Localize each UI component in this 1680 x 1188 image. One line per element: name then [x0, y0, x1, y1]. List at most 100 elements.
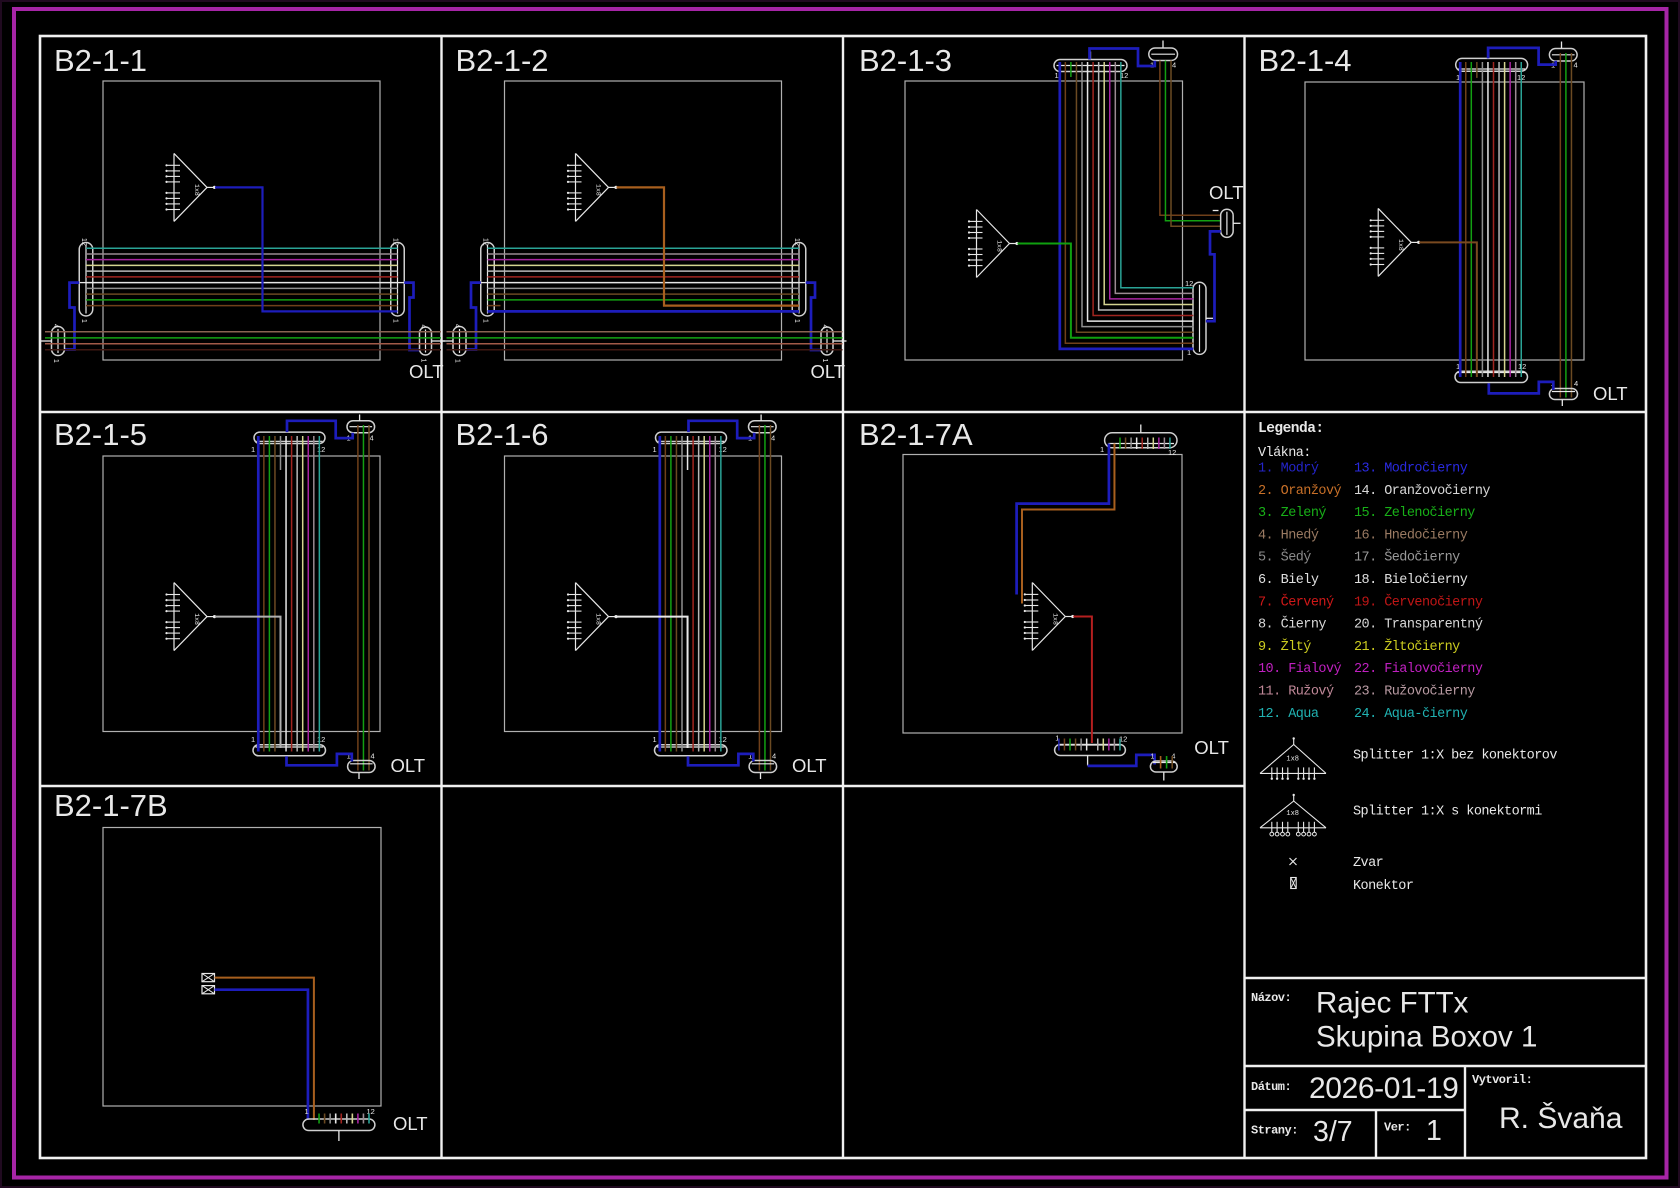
svg-text:7. Červený: 7. Červený [1258, 594, 1334, 610]
svg-text:3/7: 3/7 [1313, 1116, 1353, 1148]
svg-text:Rajec FTTx: Rajec FTTx [1316, 987, 1469, 1020]
svg-text:11. Ružový: 11. Ružový [1258, 685, 1334, 700]
svg-text:12: 12 [1518, 362, 1526, 371]
svg-text:5. Šedý: 5. Šedý [1258, 550, 1311, 566]
svg-text:OLT: OLT [1593, 383, 1628, 404]
svg-text:12: 12 [317, 735, 325, 744]
svg-text:4: 4 [52, 324, 59, 328]
svg-text:23. Ružovočierny: 23. Ružovočierny [1354, 685, 1475, 700]
svg-text:15. Zelenočierny: 15. Zelenočierny [1354, 506, 1475, 521]
svg-text:1: 1 [793, 319, 800, 323]
svg-text:20. Transparentný: 20. Transparentný [1354, 618, 1483, 633]
svg-text:Strany:: Strany: [1251, 1124, 1298, 1138]
svg-text:1x8: 1x8 [1051, 613, 1058, 625]
svg-text:12: 12 [392, 238, 399, 246]
svg-text:1: 1 [1426, 1115, 1442, 1147]
svg-text:B2-1-5: B2-1-5 [54, 417, 147, 452]
svg-text:4. Hnedý: 4. Hnedý [1258, 528, 1319, 543]
svg-text:24. Aqua-čierny: 24. Aqua-čierny [1354, 707, 1468, 722]
svg-text:22. Fialovočierny: 22. Fialovočierny [1354, 662, 1483, 677]
svg-text:4: 4 [1574, 61, 1578, 70]
svg-text:1: 1 [1100, 445, 1104, 454]
svg-text:4: 4 [1574, 379, 1578, 388]
svg-text:1: 1 [251, 735, 255, 744]
svg-text:4: 4 [1172, 61, 1176, 70]
svg-text:1: 1 [454, 359, 461, 363]
svg-text:B2-1-3: B2-1-3 [859, 43, 952, 78]
svg-text:1: 1 [1055, 71, 1059, 80]
svg-text:B2-1-6: B2-1-6 [456, 417, 549, 452]
svg-text:OLT: OLT [792, 755, 827, 776]
svg-text:1: 1 [482, 319, 489, 323]
svg-text:Ver:: Ver: [1384, 1121, 1411, 1135]
svg-text:B2-1-7A: B2-1-7A [859, 417, 973, 452]
svg-text:Vytvoril:: Vytvoril: [1472, 1073, 1532, 1087]
svg-text:12: 12 [367, 1107, 375, 1116]
svg-text:OLT: OLT [1194, 737, 1229, 758]
svg-text:1x8: 1x8 [193, 184, 200, 196]
svg-text:1x8: 1x8 [1397, 239, 1404, 251]
svg-text:2026-01-19: 2026-01-19 [1309, 1072, 1458, 1105]
svg-text:12. Aqua: 12. Aqua [1258, 707, 1319, 722]
svg-text:OLT: OLT [409, 361, 444, 382]
svg-text:Názov:: Názov: [1251, 991, 1291, 1005]
svg-text:Dátum:: Dátum: [1251, 1080, 1291, 1094]
svg-text:12: 12 [793, 238, 800, 246]
svg-text:4: 4 [772, 752, 776, 761]
svg-text:1: 1 [305, 1107, 309, 1116]
svg-text:1: 1 [52, 359, 59, 363]
svg-text:1: 1 [80, 319, 87, 323]
svg-text:8. Čierny: 8. Čierny [1258, 617, 1326, 633]
svg-text:1: 1 [392, 319, 399, 323]
svg-text:4: 4 [454, 324, 461, 328]
svg-text:1x8: 1x8 [193, 613, 200, 625]
svg-text:6. Biely: 6. Biely [1258, 573, 1319, 588]
svg-text:1x8: 1x8 [595, 184, 602, 196]
svg-text:Splitter 1:X bez konektorov: Splitter 1:X bez konektorov [1353, 749, 1557, 764]
svg-text:1: 1 [653, 445, 657, 454]
svg-text:B2-1-2: B2-1-2 [456, 43, 549, 78]
svg-text:1x8: 1x8 [1286, 810, 1299, 818]
svg-text:10. Fialový: 10. Fialový [1258, 662, 1342, 677]
svg-text:1: 1 [251, 445, 255, 454]
svg-text:4: 4 [420, 325, 427, 329]
svg-text:Vlákna:: Vlákna: [1258, 446, 1311, 461]
svg-text:1: 1 [1151, 754, 1155, 761]
svg-text:9. Žltý: 9. Žltý [1258, 639, 1311, 655]
svg-text:R. Švaňa: R. Švaňa [1499, 1101, 1623, 1135]
svg-text:B2-1-1: B2-1-1 [54, 43, 147, 78]
svg-text:12: 12 [1185, 279, 1193, 288]
svg-text:12: 12 [1168, 448, 1176, 457]
svg-text:14. Oranžovočierny: 14. Oranžovočierny [1354, 484, 1490, 499]
svg-text:12: 12 [317, 445, 325, 454]
svg-text:4: 4 [821, 325, 828, 329]
svg-text:Konektor: Konektor [1353, 879, 1413, 894]
svg-text:12: 12 [719, 445, 727, 454]
svg-text:16. Hnedočierny: 16. Hnedočierny [1354, 528, 1468, 543]
svg-text:OLT: OLT [1209, 182, 1244, 203]
svg-text:13. Modročierny: 13. Modročierny [1354, 462, 1468, 477]
svg-text:Legenda:: Legenda: [1258, 421, 1324, 437]
svg-text:21. Žltočierny: 21. Žltočierny [1354, 639, 1460, 655]
svg-text:OLT: OLT [391, 755, 426, 776]
svg-text:1: 1 [653, 735, 657, 744]
svg-text:1x8: 1x8 [996, 240, 1003, 252]
svg-text:1x8: 1x8 [1286, 755, 1299, 763]
svg-text:19. Červenočierny: 19. Červenočierny [1354, 594, 1483, 610]
svg-text:18. Bieločierny: 18. Bieločierny [1354, 573, 1468, 588]
svg-text:12: 12 [80, 238, 87, 246]
svg-text:4: 4 [371, 752, 375, 761]
svg-text:OLT: OLT [811, 361, 846, 382]
svg-text:Splitter 1:X s konektormi: Splitter 1:X s konektormi [1353, 805, 1542, 820]
svg-text:4: 4 [370, 434, 374, 443]
svg-text:2. Oranžový: 2. Oranžový [1258, 484, 1342, 499]
svg-text:12: 12 [482, 238, 489, 246]
svg-text:3. Zelený: 3. Zelený [1258, 506, 1326, 521]
svg-text:OLT: OLT [393, 1113, 428, 1134]
svg-text:12: 12 [719, 735, 727, 744]
svg-text:17. Šedočierny: 17. Šedočierny [1354, 550, 1460, 566]
svg-text:4: 4 [771, 434, 775, 443]
svg-text:1x8: 1x8 [595, 613, 602, 625]
svg-text:1. Modrý: 1. Modrý [1258, 462, 1319, 477]
svg-text:Zvar: Zvar [1353, 856, 1383, 871]
